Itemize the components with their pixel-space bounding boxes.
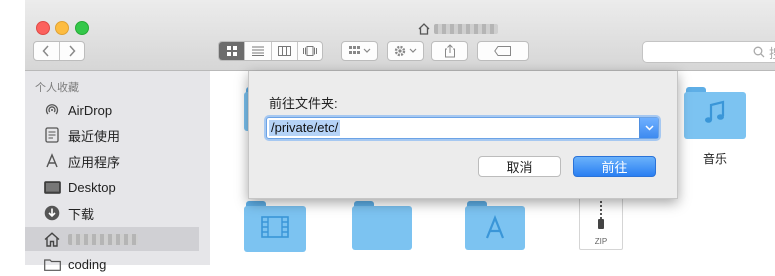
share-icon bbox=[444, 44, 455, 58]
arrange-button[interactable] bbox=[341, 41, 378, 61]
sidebar-item-home[interactable] bbox=[25, 227, 199, 251]
tags-button[interactable] bbox=[477, 41, 529, 61]
window-titlebar: 搜索 bbox=[25, 0, 775, 71]
downloads-icon bbox=[44, 205, 60, 221]
search-placeholder: 搜索 bbox=[769, 43, 775, 62]
column-view-button[interactable] bbox=[272, 42, 298, 60]
sidebar: 个人收藏 AirDrop 最近使用 应用程序 Desktop 下载 coding bbox=[25, 71, 234, 272]
sidebar-item-applications[interactable]: 应用程序 bbox=[25, 149, 199, 173]
forward-button[interactable] bbox=[60, 42, 85, 60]
window-title bbox=[418, 22, 502, 36]
go-button[interactable]: 前往 bbox=[573, 156, 656, 177]
search-icon bbox=[753, 46, 765, 58]
sidebar-item-label: 应用程序 bbox=[68, 154, 121, 170]
folder-path-field[interactable]: /private/etc/ bbox=[266, 117, 659, 139]
folder-item-applications[interactable] bbox=[465, 201, 525, 250]
sidebar-item-desktop[interactable]: Desktop bbox=[25, 175, 199, 199]
grid-icon bbox=[226, 46, 237, 56]
list-view-button[interactable] bbox=[245, 42, 272, 60]
go-to-folder-dialog: 前往文件夹: /private/etc/ 取消 前往 bbox=[248, 71, 678, 199]
path-history-dropdown[interactable] bbox=[639, 118, 658, 138]
folder-label-music: 音乐 bbox=[702, 152, 727, 166]
sidebar-item-downloads[interactable]: 下载 bbox=[25, 201, 199, 225]
back-button[interactable] bbox=[34, 42, 60, 60]
sidebar-item-label: 最近使用 bbox=[68, 128, 121, 144]
sidebar-item-recents[interactable]: 最近使用 bbox=[25, 123, 199, 147]
sidebar-section-favorites: 个人收藏 bbox=[35, 82, 79, 94]
desktop-icon bbox=[43, 180, 61, 194]
share-button[interactable] bbox=[431, 41, 468, 61]
action-button[interactable] bbox=[387, 41, 424, 61]
sidebar-item-label: Desktop bbox=[68, 179, 116, 195]
music-note-icon bbox=[705, 100, 725, 123]
sidebar-item-label: 下载 bbox=[68, 206, 95, 222]
home-icon bbox=[44, 231, 60, 247]
chevron-right-icon bbox=[69, 45, 76, 57]
folder-item[interactable] bbox=[352, 201, 412, 250]
home-icon bbox=[418, 23, 430, 35]
cancel-button[interactable]: 取消 bbox=[478, 156, 561, 177]
sidebar-item-label: AirDrop bbox=[68, 102, 113, 118]
film-icon bbox=[261, 216, 289, 238]
search-field[interactable]: 搜索 bbox=[642, 41, 775, 63]
list-icon bbox=[251, 46, 264, 56]
chevron-left-icon bbox=[42, 45, 49, 57]
zoom-window-button[interactable] bbox=[75, 21, 89, 35]
gear-icon bbox=[394, 45, 416, 57]
chevron-down-icon bbox=[644, 125, 654, 131]
redacted-username bbox=[68, 233, 138, 245]
minimize-window-button[interactable] bbox=[55, 21, 69, 35]
folder-item-movies[interactable] bbox=[244, 201, 306, 252]
dialog-title: 前往文件夹: bbox=[269, 96, 338, 111]
icon-view-button[interactable] bbox=[219, 42, 246, 60]
close-window-button[interactable] bbox=[36, 21, 50, 35]
view-mode-control[interactable] bbox=[218, 41, 323, 61]
zip-file-item[interactable]: ZIP bbox=[579, 196, 623, 250]
columns-icon bbox=[277, 46, 291, 56]
folder-path-value[interactable]: /private/etc/ bbox=[269, 120, 341, 136]
back-forward-control[interactable] bbox=[33, 41, 85, 61]
coverflow-view-button[interactable] bbox=[298, 42, 322, 60]
sidebar-item-airdrop[interactable]: AirDrop bbox=[25, 98, 199, 122]
recents-icon bbox=[45, 127, 59, 143]
zip-badge: ZIP bbox=[594, 237, 608, 246]
tag-icon bbox=[494, 46, 511, 56]
coverflow-icon bbox=[302, 46, 317, 56]
applications-folder-icon bbox=[485, 215, 505, 239]
folder-icon bbox=[43, 258, 61, 271]
sidebar-item-label: coding bbox=[68, 256, 107, 272]
sidebar-item-coding[interactable]: coding bbox=[25, 252, 199, 276]
applications-icon bbox=[46, 153, 58, 168]
arrange-grid-icon bbox=[348, 46, 370, 54]
airdrop-icon bbox=[45, 104, 59, 115]
zipper-icon bbox=[598, 197, 604, 229]
redacted-username bbox=[434, 24, 498, 34]
folder-item-music[interactable] bbox=[684, 87, 746, 139]
